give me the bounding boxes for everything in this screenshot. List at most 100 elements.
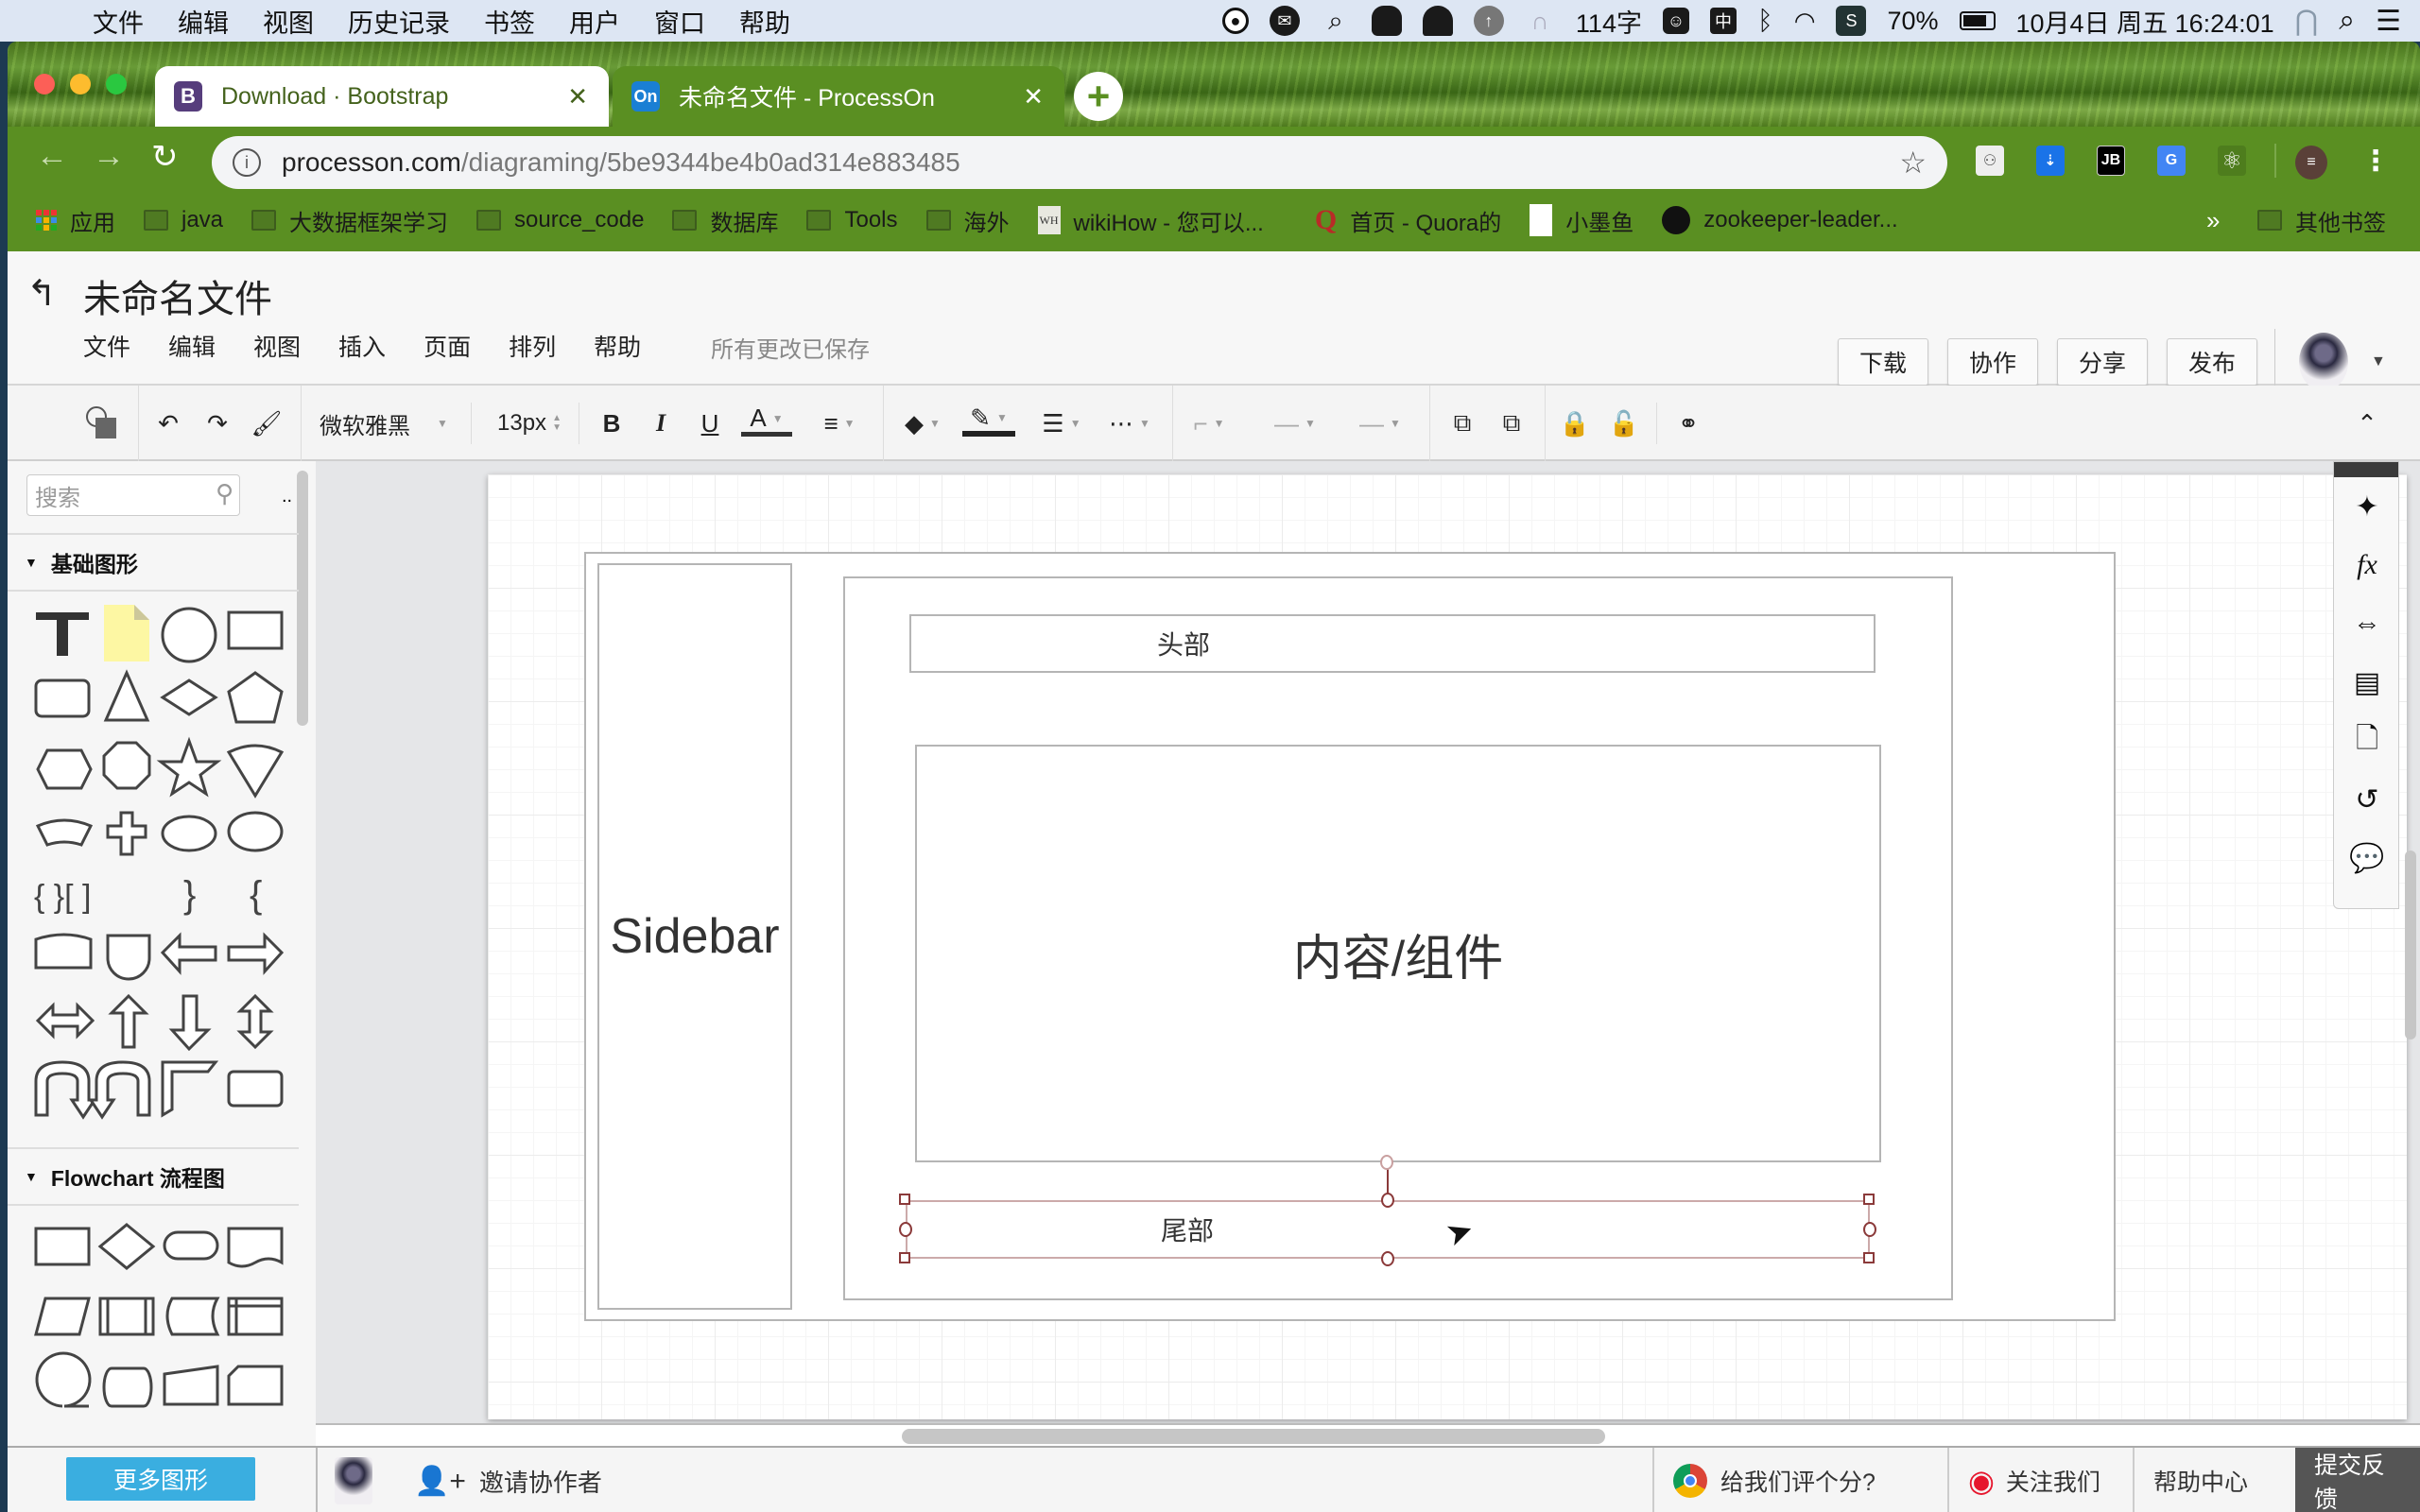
bookmark-java[interactable]: java (144, 207, 223, 233)
back-to-files-icon[interactable]: ↰ (26, 272, 57, 315)
mac-menu-view[interactable]: 视图 (263, 3, 314, 40)
bookmark-star-icon[interactable]: ☆ (1899, 145, 1927, 180)
unlock-icon[interactable]: 🔓 (1607, 404, 1641, 442)
style-icon[interactable] (83, 404, 121, 442)
mac-menu-history[interactable]: 历史记录 (348, 3, 450, 40)
face-icon[interactable]: ☺ (1662, 8, 1689, 34)
flowchart-shapes-grid[interactable] (26, 1217, 291, 1425)
bookmark-wikihow[interactable]: WH wikiHow - 您可以... (1037, 204, 1264, 237)
follow-us-button[interactable]: ◉ 关注我们 (1947, 1448, 2119, 1512)
end-arrow-icon[interactable]: — ▼ (1344, 404, 1416, 442)
resize-handle-se[interactable] (1863, 1252, 1875, 1263)
help-center-link[interactable]: 帮助中心 (2133, 1448, 2267, 1512)
resize-handle-ne[interactable] (1863, 1194, 1875, 1205)
mac-menu-file[interactable]: 文件 (93, 3, 144, 40)
sidebar-shape[interactable]: Sidebar (597, 563, 792, 1310)
menu-view[interactable]: 视图 (253, 329, 301, 363)
window-minimize-button[interactable] (70, 74, 91, 94)
reload-icon[interactable]: ↻ (151, 138, 179, 176)
section-flowchart[interactable]: ▼ Flowchart 流程图 (8, 1147, 299, 1206)
bookmark-database[interactable]: 数据库 (672, 204, 778, 237)
menu-insert[interactable]: 插入 (338, 329, 386, 363)
publish-button[interactable]: 发布 (2167, 338, 2258, 386)
undo-icon[interactable]: ↶ (149, 404, 187, 442)
resize-handle-e[interactable] (1863, 1222, 1876, 1237)
address-bar[interactable]: i processon.com/diagraming/5be9344be4b0a… (212, 136, 1947, 189)
react-devtools-icon[interactable]: ⚛ (2218, 146, 2246, 176)
input-method-icon[interactable]: 中 (1709, 8, 1737, 34)
bookmark-source-code[interactable]: source_code (476, 207, 644, 233)
page-size-icon[interactable]: ⇔ (2347, 604, 2387, 644)
redo-icon[interactable]: ↷ (199, 404, 236, 442)
record-icon[interactable]: ● (1221, 8, 1249, 34)
header-shape[interactable]: 头部 (909, 614, 1876, 673)
bookmark-quora[interactable]: Q 首页 - Quora的 (1315, 204, 1501, 237)
menu-page[interactable]: 页面 (424, 329, 471, 363)
text-align-icon[interactable]: ≡ ▼ (813, 404, 866, 442)
basic-shapes-grid[interactable]: { }[ ] } { (26, 599, 291, 1128)
clock[interactable]: 10月4日 周五 16:24:01 (2016, 3, 2274, 40)
spotlight-icon[interactable]: ⌕ (2339, 5, 2355, 37)
bookmark-overseas[interactable]: 海外 (925, 204, 1010, 237)
search-icon[interactable]: ⚲ (216, 479, 233, 508)
mac-menu-help[interactable]: 帮助 (739, 3, 790, 40)
google-translate-icon[interactable]: G (2157, 146, 2186, 176)
wifi-icon[interactable]: ◠ (1794, 7, 1816, 36)
bell-icon[interactable] (1422, 6, 1453, 36)
resize-handle-s[interactable] (1381, 1251, 1394, 1266)
sitemap-extension-icon[interactable]: ⚇ (1976, 146, 2004, 176)
menu-file[interactable]: 文件 (83, 329, 130, 363)
mac-menu-window[interactable]: 窗口 (654, 3, 705, 40)
rotate-handle[interactable] (1380, 1155, 1393, 1170)
shape-search-input[interactable]: 搜索 ⚲ (26, 474, 240, 516)
font-family-select[interactable]: 微软雅黑 ▼ (320, 404, 461, 442)
s-app-icon[interactable]: S (1836, 6, 1867, 36)
data-attributes-icon[interactable]: ▤ (2347, 662, 2387, 702)
resize-handle-sw[interactable] (899, 1252, 910, 1263)
resize-handle-n[interactable] (1381, 1193, 1394, 1208)
profile-icon[interactable]: ≡ (2295, 146, 2327, 180)
bookmark-github[interactable]: zookeeper-leader... (1662, 206, 1898, 234)
mac-menu-bookmarks[interactable]: 书签 (484, 3, 535, 40)
search-tool-icon[interactable]: ⌕ (1321, 6, 1351, 36)
forward-icon[interactable]: → (93, 138, 125, 175)
battery-icon[interactable] (1959, 11, 1996, 30)
page-settings-icon[interactable]: 🗋 (2347, 721, 2387, 761)
bookmark-xiaomoyu[interactable]: 小墨鱼 (1530, 204, 1634, 237)
close-tab-icon[interactable]: ✕ (567, 82, 588, 112)
panel-scrollbar[interactable] (297, 471, 308, 726)
content-shape[interactable]: 内容/组件 (915, 745, 1881, 1162)
shape-properties-icon[interactable]: fx (2347, 545, 2387, 585)
italic-button[interactable]: I (645, 404, 677, 442)
bring-to-front-icon[interactable]: ⧉ (1444, 404, 1480, 442)
collaborate-button[interactable]: 协作 (1947, 338, 2039, 386)
format-painter-icon[interactable]: 🖌 (248, 404, 285, 442)
menu-edit[interactable]: 编辑 (168, 329, 216, 363)
user-menu-caret-icon[interactable]: ▼ (2371, 353, 2386, 370)
send-to-back-icon[interactable]: ⧉ (1494, 404, 1530, 442)
bookmarks-overflow-icon[interactable]: » (2206, 206, 2220, 235)
history-icon[interactable]: ↺ (2347, 780, 2387, 819)
share-button[interactable]: 分享 (2057, 338, 2149, 386)
back-icon[interactable]: ← (36, 138, 68, 175)
bold-button[interactable]: B (596, 404, 628, 442)
section-basic-shapes[interactable]: ▼ 基础图形 (8, 533, 299, 592)
bookmark-tools[interactable]: Tools (806, 207, 898, 233)
user-switch-icon[interactable]: ⋂ (2295, 5, 2319, 38)
line-style-icon[interactable]: ⋯ ▼ (1104, 404, 1155, 442)
invite-collaborator-button[interactable]: 👤+ 邀请协作者 (395, 1448, 621, 1512)
window-close-button[interactable] (34, 74, 55, 94)
mac-menu-edit[interactable]: 编辑 (178, 3, 229, 40)
canvas-area[interactable]: Sidebar 头部 内容/组件 尾部 ➤ (316, 461, 2420, 1427)
font-color-button[interactable]: A ▼ (741, 404, 792, 437)
wechat-icon[interactable]: ✉ (1269, 6, 1300, 36)
canvas-vertical-scrollbar[interactable] (2405, 850, 2416, 1040)
bluetooth-icon[interactable]: ᛒ (1757, 6, 1773, 36)
connector-type-icon[interactable]: ⌐ ▼ (1185, 404, 1233, 442)
lock-icon[interactable]: 🔒 (1558, 404, 1592, 442)
mac-menu-people[interactable]: 用户 (569, 3, 620, 40)
start-arrow-icon[interactable]: — ▼ (1259, 404, 1331, 442)
chrome-menu-icon[interactable]: ⋮ (2361, 146, 2390, 177)
download-extension-icon[interactable]: ⇣ (2036, 146, 2065, 176)
vpn-icon[interactable]: ∩ (1525, 6, 1555, 36)
